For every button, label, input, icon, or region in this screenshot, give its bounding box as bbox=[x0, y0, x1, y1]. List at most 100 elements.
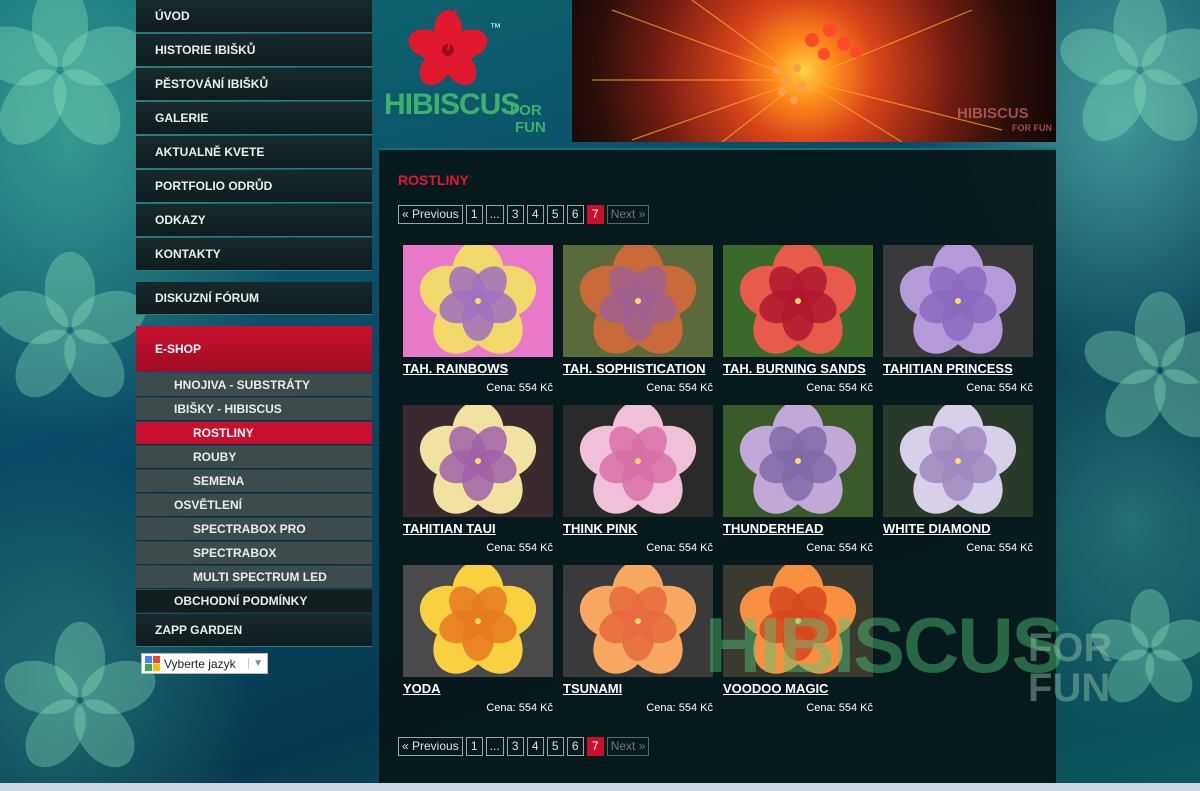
pagination-page-button[interactable]: 7 bbox=[586, 737, 604, 756]
eshop-subitem[interactable]: ROSTLINY bbox=[136, 422, 372, 445]
pagination-page-button[interactable]: 6 bbox=[566, 737, 584, 756]
pagination-page-button[interactable]: 5 bbox=[546, 737, 564, 756]
product-image[interactable] bbox=[403, 565, 553, 677]
language-selector-label: Vyberte jazyk bbox=[164, 656, 236, 671]
site-logo[interactable]: ™ HIBISCUS FOR FUN bbox=[372, 0, 572, 142]
eshop-subitem[interactable]: OSVĚTLENÍ bbox=[136, 494, 372, 517]
pagination-page-button[interactable]: 5 bbox=[546, 205, 564, 224]
logo-hibiscus-text: HIBISCUS bbox=[384, 88, 520, 121]
product-card: TAH. RAINBOWS Cena: 554 Kč bbox=[403, 245, 553, 395]
pagination-page-button[interactable]: 3 bbox=[506, 205, 524, 224]
eshop-subitem[interactable]: IBIŠKY - HIBISCUS bbox=[136, 398, 372, 421]
pagination-page-button[interactable]: 1 bbox=[465, 737, 483, 756]
product-card: TSUNAMI Cena: 554 Kč bbox=[563, 565, 713, 715]
product-name-link[interactable]: TAHITIAN PRINCESS bbox=[883, 361, 1013, 376]
product-card: WHITE DIAMOND Cena: 554 Kč bbox=[883, 405, 1033, 555]
product-price: Cena: 554 Kč bbox=[646, 702, 713, 714]
pagination-ellipsis[interactable]: ... bbox=[485, 205, 504, 224]
pagination-page-button[interactable]: 4 bbox=[526, 205, 544, 224]
nav-item-uvod[interactable]: ÚVOD bbox=[136, 0, 372, 33]
nav-item-historie[interactable]: HISTORIE IBIŠKŮ bbox=[136, 34, 372, 67]
logo-fun-text: FUN bbox=[515, 119, 546, 136]
product-image[interactable] bbox=[563, 565, 713, 677]
product-price: Cena: 554 Kč bbox=[806, 542, 873, 554]
product-price: Cena: 554 Kč bbox=[486, 702, 553, 714]
header-banner-image: HIBISCUS FOR FUN bbox=[572, 0, 1056, 142]
product-name-link[interactable]: TAH. RAINBOWS bbox=[403, 361, 508, 376]
pagination-bottom: « Previous 1... 3 4 5 6 7 Next » bbox=[398, 737, 650, 756]
product-image[interactable] bbox=[723, 405, 873, 517]
product-name-link[interactable]: WHITE DIAMOND bbox=[883, 521, 991, 536]
banner-watermark-text: HIBISCUS bbox=[957, 105, 1029, 122]
eshop-subitem[interactable]: ROUBY bbox=[136, 446, 372, 469]
pagination-top: « Previous 1... 3 4 5 6 7 Next » bbox=[398, 205, 650, 224]
product-price: Cena: 554 Kč bbox=[966, 542, 1033, 554]
product-name-link[interactable]: TAH. SOPHISTICATION bbox=[563, 361, 706, 376]
banner-watermark-sub: FOR FUN bbox=[1012, 123, 1052, 133]
product-image[interactable] bbox=[403, 405, 553, 517]
product-card: TAH. BURNING SANDS Cena: 554 Kč bbox=[723, 245, 873, 395]
pagination-ellipsis[interactable]: ... bbox=[485, 737, 504, 756]
pagination-page-button[interactable]: 4 bbox=[526, 737, 544, 756]
product-price: Cena: 554 Kč bbox=[646, 542, 713, 554]
nav-item-eshop[interactable]: E-SHOP bbox=[136, 326, 372, 372]
product-card: TAHITIAN TAUI Cena: 554 Kč bbox=[403, 405, 553, 555]
eshop-subitem[interactable]: SPECTRABOX PRO bbox=[136, 518, 372, 541]
nav-item-forum[interactable]: DISKUZNÍ FÓRUM bbox=[136, 282, 372, 315]
chevron-down-icon: ▼ bbox=[248, 658, 267, 669]
google-translate-icon bbox=[145, 656, 160, 671]
pagination-previous-button[interactable]: « Previous bbox=[398, 205, 463, 224]
product-image[interactable] bbox=[403, 245, 553, 357]
product-card: THUNDERHEAD Cena: 554 Kč bbox=[723, 405, 873, 555]
product-price: Cena: 554 Kč bbox=[966, 382, 1033, 394]
browser-status-bar bbox=[0, 783, 1200, 791]
pagination-page-button[interactable]: 7 bbox=[586, 205, 604, 224]
product-price: Cena: 554 Kč bbox=[486, 542, 553, 554]
product-price: Cena: 554 Kč bbox=[806, 702, 873, 714]
product-image[interactable] bbox=[563, 405, 713, 517]
pagination-next-button[interactable]: Next » bbox=[606, 737, 650, 756]
product-name-link[interactable]: THUNDERHEAD bbox=[723, 521, 823, 536]
nav-item-kontakty[interactable]: KONTAKTY bbox=[136, 238, 372, 271]
eshop-subitem[interactable]: SPECTRABOX bbox=[136, 542, 372, 565]
eshop-subitem[interactable]: HNOJIVA - SUBSTRÁTY bbox=[136, 374, 372, 397]
main-nav: ÚVOD HISTORIE IBIŠKŮ PĚSTOVÁNÍ IBIŠKŮ GA… bbox=[136, 0, 372, 271]
product-image[interactable] bbox=[883, 245, 1033, 357]
nav-item-odkazy[interactable]: ODKAZY bbox=[136, 204, 372, 237]
watermark-hibiscus-text: HIBISCUS bbox=[705, 601, 1064, 689]
product-card: THINK PINK Cena: 554 Kč bbox=[563, 405, 713, 555]
product-name-link[interactable]: TAH. BURNING SANDS bbox=[723, 361, 866, 376]
nav-item-galerie[interactable]: GALERIE bbox=[136, 102, 372, 135]
language-selector[interactable]: Vyberte jazyk ▼ bbox=[141, 653, 268, 674]
nav-item-portfolio[interactable]: PORTFOLIO ODRŮD bbox=[136, 170, 372, 203]
product-name-link[interactable]: YODA bbox=[403, 681, 441, 696]
logo-for-text: FOR bbox=[510, 102, 542, 119]
pagination-page-button[interactable]: 3 bbox=[506, 737, 524, 756]
watermark-for-fun: FOR FUN bbox=[1028, 626, 1113, 710]
product-name-link[interactable]: TAHITIAN TAUI bbox=[403, 521, 496, 536]
product-name-link[interactable]: THINK PINK bbox=[563, 521, 637, 536]
eshop-subitem[interactable]: SEMENA bbox=[136, 470, 372, 493]
pagination-page-button[interactable]: 6 bbox=[566, 205, 584, 224]
pagination-next-button[interactable]: Next » bbox=[606, 205, 650, 224]
nav-item-aktualne-kvete[interactable]: AKTUALNĚ KVETE bbox=[136, 136, 372, 169]
product-image[interactable] bbox=[883, 405, 1033, 517]
nav-item-pestovani[interactable]: PĚSTOVÁNÍ IBIŠKŮ bbox=[136, 68, 372, 101]
product-card: TAH. SOPHISTICATION Cena: 554 Kč bbox=[563, 245, 713, 395]
product-card: TAHITIAN PRINCESS Cena: 554 Kč bbox=[883, 245, 1033, 395]
pagination-page-button[interactable]: 1 bbox=[465, 205, 483, 224]
product-image[interactable] bbox=[723, 245, 873, 357]
nav-item-zapp-garden[interactable]: ZAPP GARDEN bbox=[136, 614, 372, 647]
product-price: Cena: 554 Kč bbox=[646, 382, 713, 394]
product-card: YODA Cena: 554 Kč bbox=[403, 565, 553, 715]
product-price: Cena: 554 Kč bbox=[486, 382, 553, 394]
product-price: Cena: 554 Kč bbox=[806, 382, 873, 394]
eshop-subitem[interactable]: MULTI SPECTRUM LED bbox=[136, 566, 372, 589]
eshop-subitem[interactable]: OBCHODNÍ PODMÍNKY bbox=[136, 590, 372, 613]
sidebar-nav: ÚVOD HISTORIE IBIŠKŮ PĚSTOVÁNÍ IBIŠKŮ GA… bbox=[136, 0, 372, 648]
eshop-submenu: HNOJIVA - SUBSTRÁTY IBIŠKY - HIBISCUS ROST… bbox=[136, 374, 372, 613]
product-image[interactable] bbox=[563, 245, 713, 357]
page-title: ROSTLINY bbox=[398, 172, 469, 188]
pagination-previous-button[interactable]: « Previous bbox=[398, 737, 463, 756]
product-name-link[interactable]: TSUNAMI bbox=[563, 681, 622, 696]
